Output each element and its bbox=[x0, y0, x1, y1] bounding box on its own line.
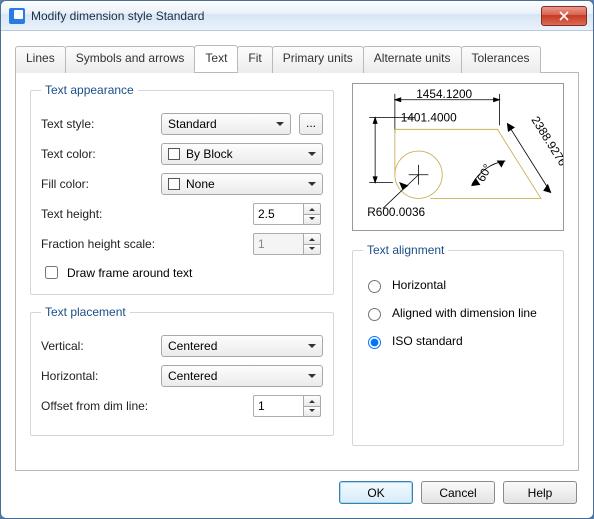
spin-down-icon bbox=[303, 244, 321, 256]
spin-down-icon[interactable] bbox=[303, 406, 321, 418]
tab-bar: Lines Symbols and arrows Text Fit Primar… bbox=[15, 45, 579, 73]
label-align-iso: ISO standard bbox=[392, 334, 463, 348]
select-horizontal-value: Centered bbox=[168, 369, 217, 383]
input-fraction-scale bbox=[253, 233, 303, 255]
label-vertical: Vertical: bbox=[41, 339, 153, 353]
spin-down-icon[interactable] bbox=[303, 214, 321, 226]
color-swatch-icon bbox=[168, 148, 180, 160]
label-offset: Offset from dim line: bbox=[41, 399, 181, 413]
group-text-placement: Text placement Vertical: Centered Horizo… bbox=[30, 305, 334, 436]
dialog-window: Modify dimension style Standard Lines Sy… bbox=[0, 0, 594, 519]
spin-up-icon[interactable] bbox=[303, 395, 321, 406]
preview-dim-radius: R600.0036 bbox=[367, 205, 425, 219]
select-text-color-value: By Block bbox=[186, 147, 233, 161]
input-offset[interactable] bbox=[253, 395, 303, 417]
legend-text-placement: Text placement bbox=[41, 305, 130, 319]
titlebar: Modify dimension style Standard bbox=[1, 1, 593, 31]
text-style-more-button[interactable]: ... bbox=[299, 113, 323, 135]
preview-drawing: 1454.1200 1401.4000 2388.9276 R600.0036 … bbox=[353, 84, 563, 230]
label-align-aligned: Aligned with dimension line bbox=[392, 306, 537, 320]
cancel-button[interactable]: Cancel bbox=[421, 481, 495, 504]
select-fill-color-value: None bbox=[186, 177, 215, 191]
window-title: Modify dimension style Standard bbox=[31, 9, 541, 23]
select-vertical-value: Centered bbox=[168, 339, 217, 353]
color-swatch-icon bbox=[168, 178, 180, 190]
spin-buttons[interactable] bbox=[303, 395, 321, 417]
dialog-body: Lines Symbols and arrows Text Fit Primar… bbox=[1, 31, 593, 471]
checkbox-draw-frame[interactable] bbox=[45, 266, 58, 279]
select-text-color[interactable]: By Block bbox=[161, 143, 323, 165]
select-fill-color[interactable]: None bbox=[161, 173, 323, 195]
group-text-alignment: Text alignment Horizontal Aligned with d… bbox=[352, 243, 564, 446]
preview-dim-diag: 2388.9276 bbox=[528, 114, 563, 169]
radio-aligned[interactable] bbox=[368, 308, 381, 321]
group-text-appearance: Text appearance Text style: Standard ...… bbox=[30, 83, 334, 295]
spin-up-icon[interactable] bbox=[303, 203, 321, 214]
select-text-style[interactable]: Standard bbox=[161, 113, 291, 135]
help-button[interactable]: Help bbox=[503, 481, 577, 504]
select-vertical[interactable]: Centered bbox=[161, 335, 323, 357]
preview-dim-top: 1454.1200 bbox=[416, 87, 472, 101]
dialog-footer: OK Cancel Help bbox=[1, 471, 593, 518]
label-text-color: Text color: bbox=[41, 147, 153, 161]
tab-page-text: Text appearance Text style: Standard ...… bbox=[15, 73, 579, 471]
tab-fit[interactable]: Fit bbox=[237, 46, 272, 73]
spin-up-icon bbox=[303, 233, 321, 244]
label-text-style: Text style: bbox=[41, 117, 153, 131]
dimension-preview: 1454.1200 1401.4000 2388.9276 R600.0036 … bbox=[352, 83, 564, 231]
legend-text-appearance: Text appearance bbox=[41, 83, 138, 97]
ok-button[interactable]: OK bbox=[339, 481, 413, 504]
label-horizontal: Horizontal: bbox=[41, 369, 153, 383]
radio-iso[interactable] bbox=[368, 336, 381, 349]
tab-text[interactable]: Text bbox=[194, 45, 238, 72]
close-button[interactable] bbox=[541, 6, 587, 26]
label-fraction-scale: Fraction height scale: bbox=[41, 237, 181, 251]
app-icon bbox=[9, 8, 25, 24]
label-draw-frame: Draw frame around text bbox=[67, 266, 192, 280]
input-text-height[interactable] bbox=[253, 203, 303, 225]
select-text-style-value: Standard bbox=[168, 117, 217, 131]
preview-dim-left: 1401.4000 bbox=[401, 110, 457, 124]
spin-buttons[interactable] bbox=[303, 203, 321, 225]
select-horizontal[interactable]: Centered bbox=[161, 365, 323, 387]
spinner-offset[interactable] bbox=[253, 395, 323, 417]
tab-lines[interactable]: Lines bbox=[15, 46, 66, 73]
spinner-text-height[interactable] bbox=[253, 203, 323, 225]
legend-text-alignment: Text alignment bbox=[363, 243, 448, 257]
label-fill-color: Fill color: bbox=[41, 177, 153, 191]
spin-buttons bbox=[303, 233, 321, 255]
tab-alternate-units[interactable]: Alternate units bbox=[363, 46, 462, 73]
tab-primary-units[interactable]: Primary units bbox=[272, 46, 364, 73]
spinner-fraction-scale bbox=[253, 233, 323, 255]
label-align-horizontal: Horizontal bbox=[392, 278, 446, 292]
radio-horizontal[interactable] bbox=[368, 280, 381, 293]
tab-symbols-arrows[interactable]: Symbols and arrows bbox=[65, 46, 196, 73]
close-icon bbox=[559, 11, 569, 21]
label-text-height: Text height: bbox=[41, 207, 153, 221]
tab-tolerances[interactable]: Tolerances bbox=[461, 46, 541, 73]
